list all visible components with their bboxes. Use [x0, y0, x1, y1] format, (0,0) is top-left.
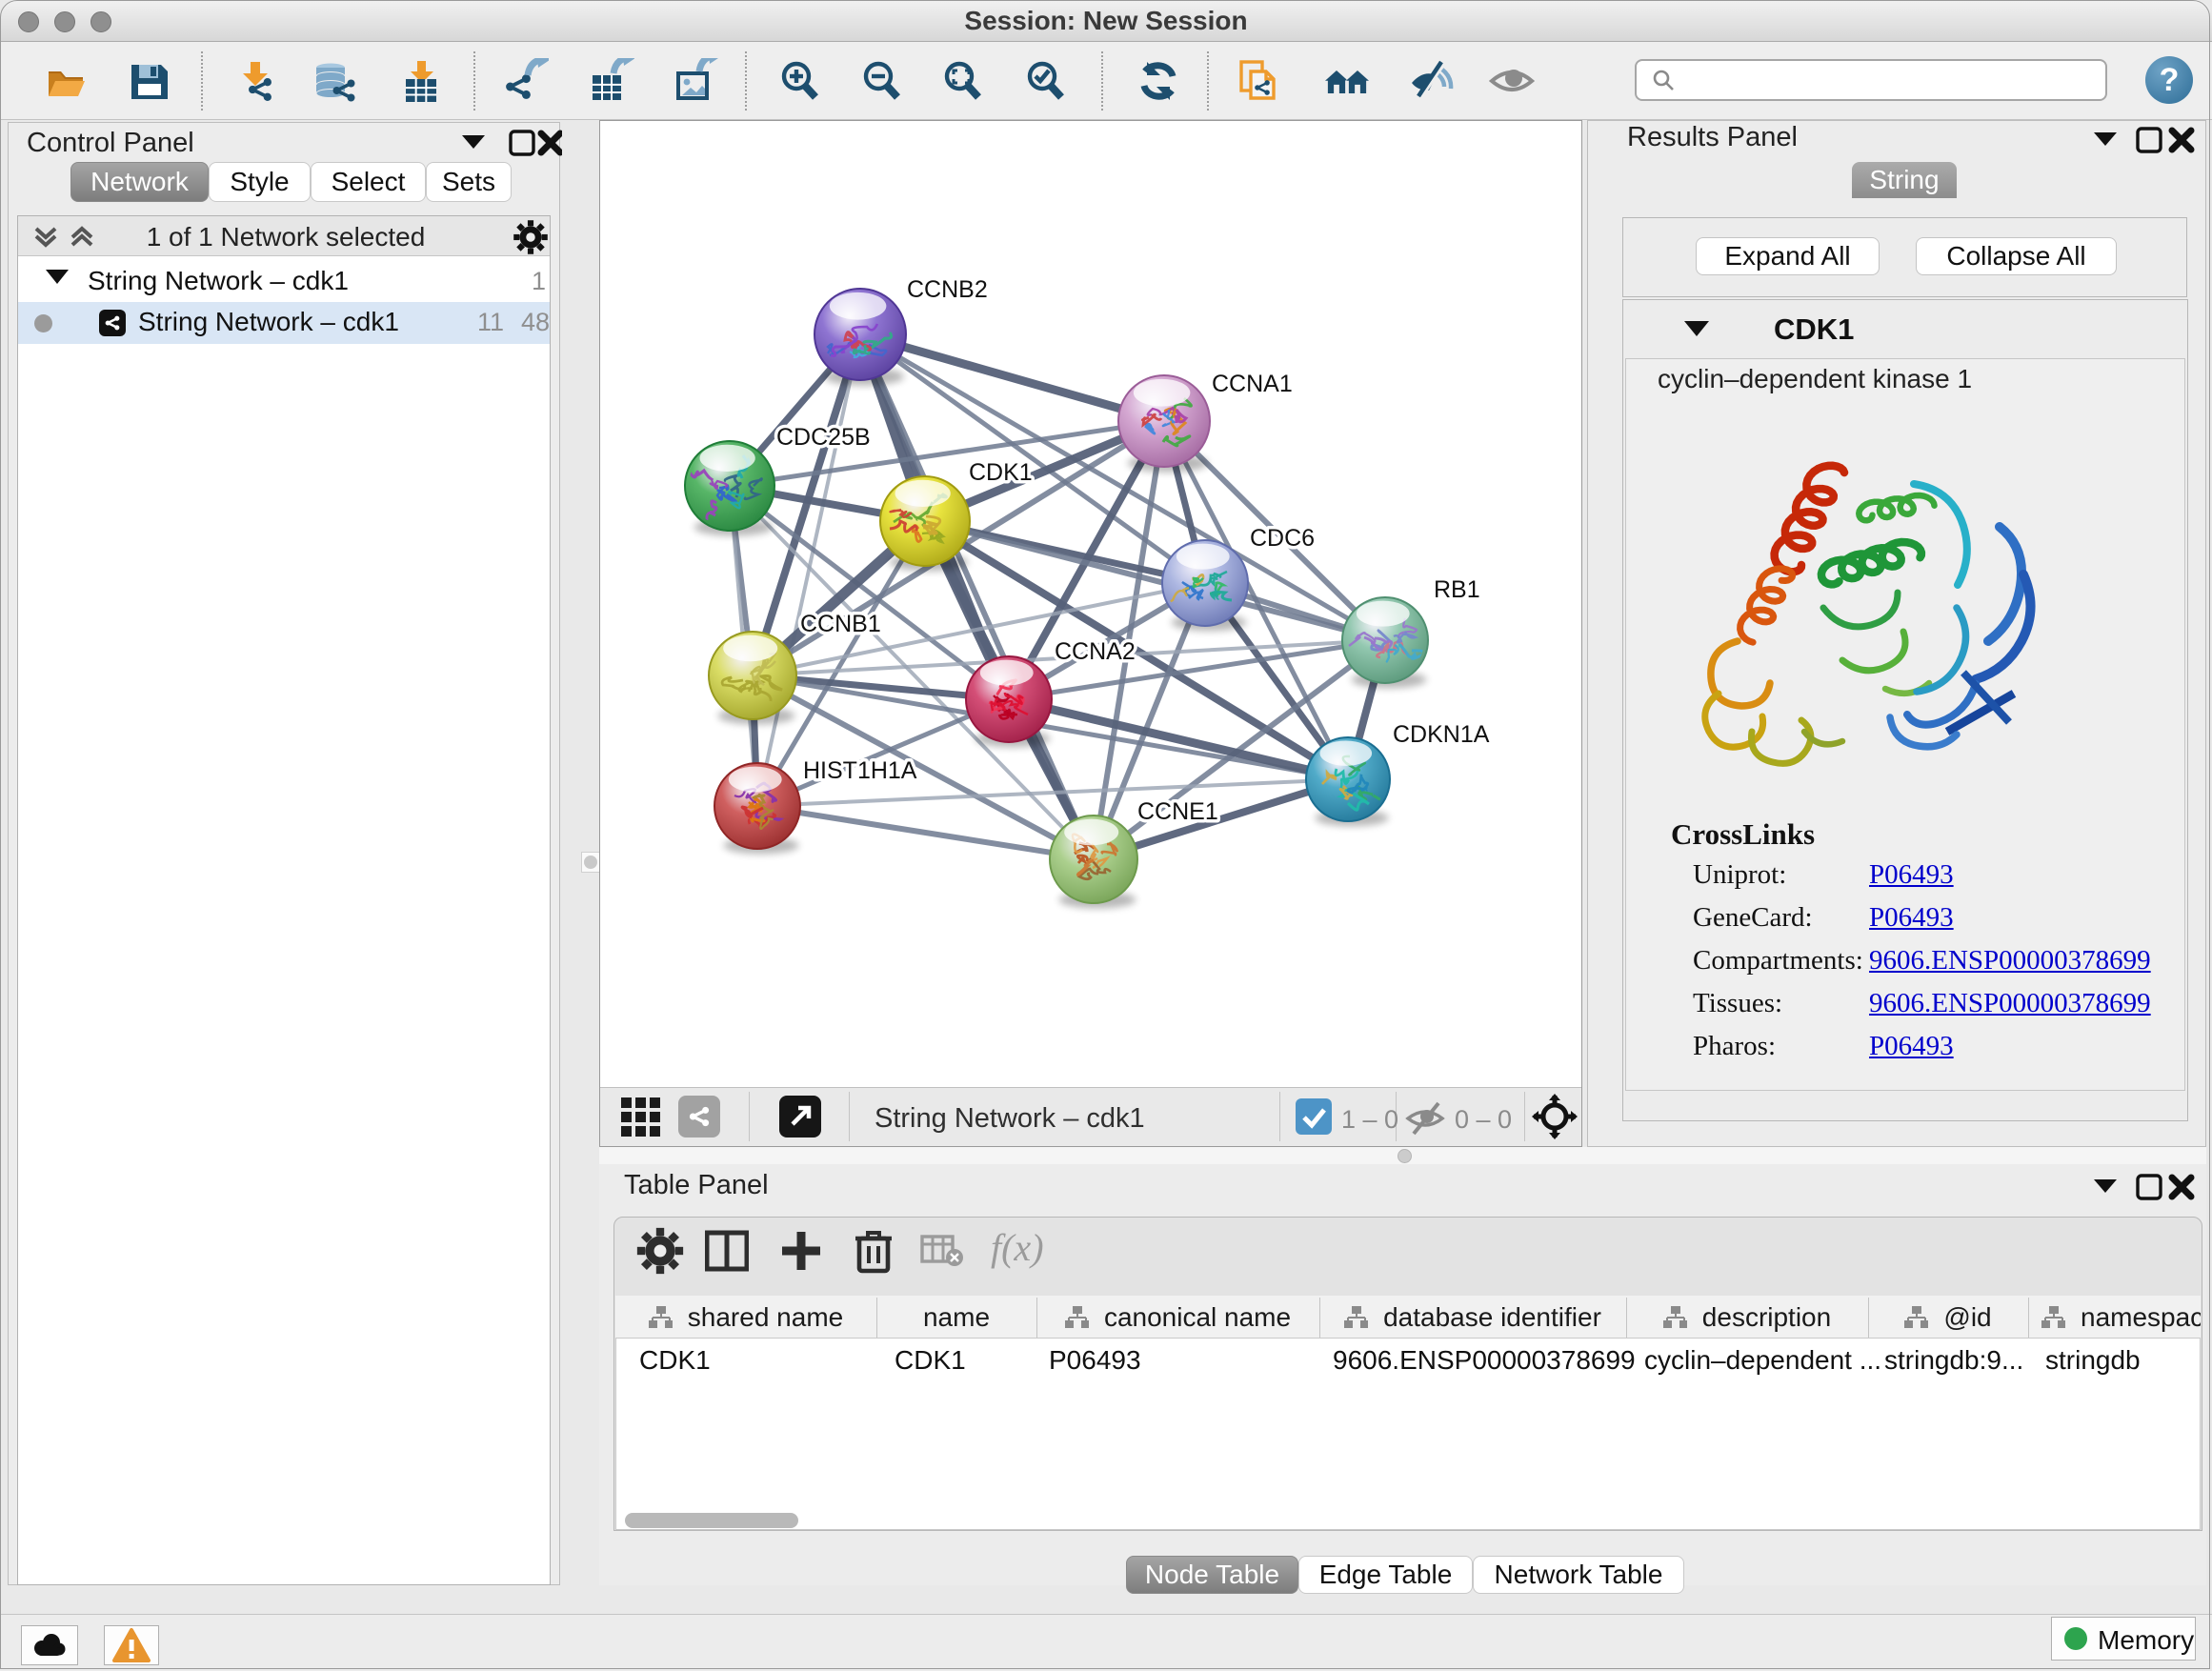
svg-text:CCNE1: CCNE1 [1137, 798, 1218, 825]
svg-text:CCNB1: CCNB1 [800, 611, 881, 637]
svg-text:CDC6: CDC6 [1250, 525, 1315, 552]
svg-text:RB1: RB1 [1434, 576, 1480, 603]
svg-text:CDK1: CDK1 [969, 459, 1033, 486]
svg-text:CCNB2: CCNB2 [907, 276, 988, 303]
svg-text:CCNA1: CCNA1 [1212, 371, 1293, 397]
svg-text:CDC25B: CDC25B [776, 424, 871, 451]
svg-text:CCNA2: CCNA2 [1055, 638, 1136, 665]
svg-text:HIST1H1A: HIST1H1A [803, 757, 917, 784]
svg-text:CDKN1A: CDKN1A [1393, 721, 1490, 748]
